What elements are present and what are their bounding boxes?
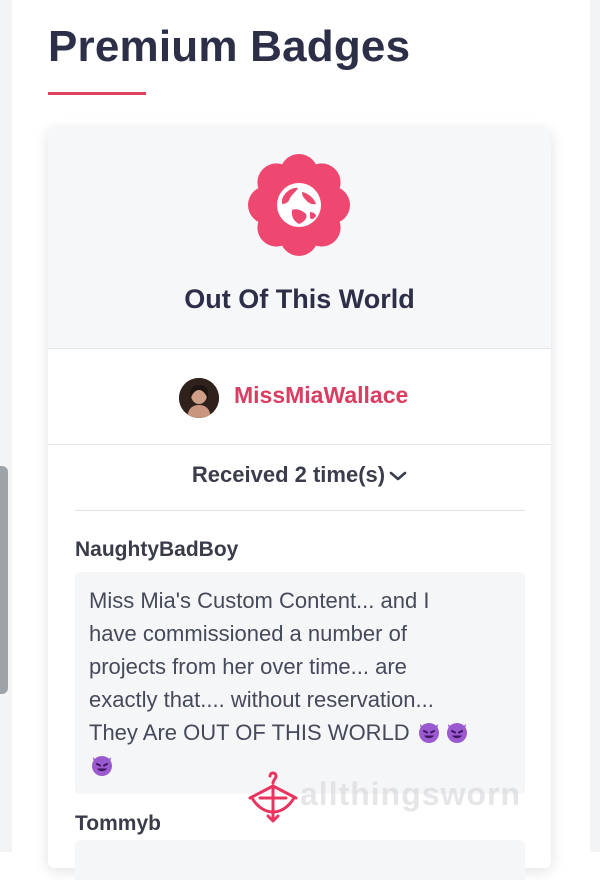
review-comment: Miss Mia's Custom Content... and I have … — [75, 572, 525, 794]
review-line: have commissioned a number of — [89, 621, 407, 646]
review-text: Miss Mia's Custom Content... and I have … — [89, 584, 514, 782]
page-title: Premium Badges — [48, 22, 411, 71]
received-count-label: Received 2 time(s) — [191, 462, 386, 487]
scrollbar-thumb[interactable] — [0, 466, 8, 694]
review-username[interactable]: Tommyb — [75, 812, 161, 836]
smiling-devil-emoji — [92, 756, 112, 776]
globe-flower-badge-icon — [248, 154, 350, 256]
badge-owner-row[interactable]: MissMiaWallace — [48, 349, 551, 445]
right-edge — [590, 0, 600, 852]
review-line: projects from her over time... are — [89, 654, 407, 679]
left-edge — [0, 0, 12, 852]
received-count-toggle[interactable]: Received 2 time(s) — [48, 462, 551, 488]
user-avatar[interactable] — [179, 378, 219, 418]
watermark-text: allthingsworn — [300, 776, 521, 812]
title-underline — [48, 92, 146, 95]
smiling-devil-emoji — [418, 723, 439, 743]
review-username[interactable]: NaughtyBadBoy — [75, 538, 238, 562]
badge-card: Out Of This World MissMiaWallace Receive… — [48, 128, 551, 880]
avatar-image — [179, 378, 219, 418]
review-line: exactly that.... without reservation... — [89, 687, 434, 712]
hanger-bow-logo-icon — [248, 771, 298, 823]
review-line: They Are OUT OF THIS WORLD — [89, 716, 514, 749]
chevron-down-icon — [389, 471, 407, 481]
badge-name: Out Of This World — [184, 284, 415, 314]
badge-card-header: Out Of This World — [48, 128, 551, 349]
section-divider — [75, 510, 525, 511]
review-line: Miss Mia's Custom Content... and I — [89, 588, 430, 613]
smiling-devil-emoji — [446, 723, 467, 743]
review-comment — [75, 840, 525, 880]
owner-username-link[interactable]: MissMiaWallace — [234, 382, 408, 409]
